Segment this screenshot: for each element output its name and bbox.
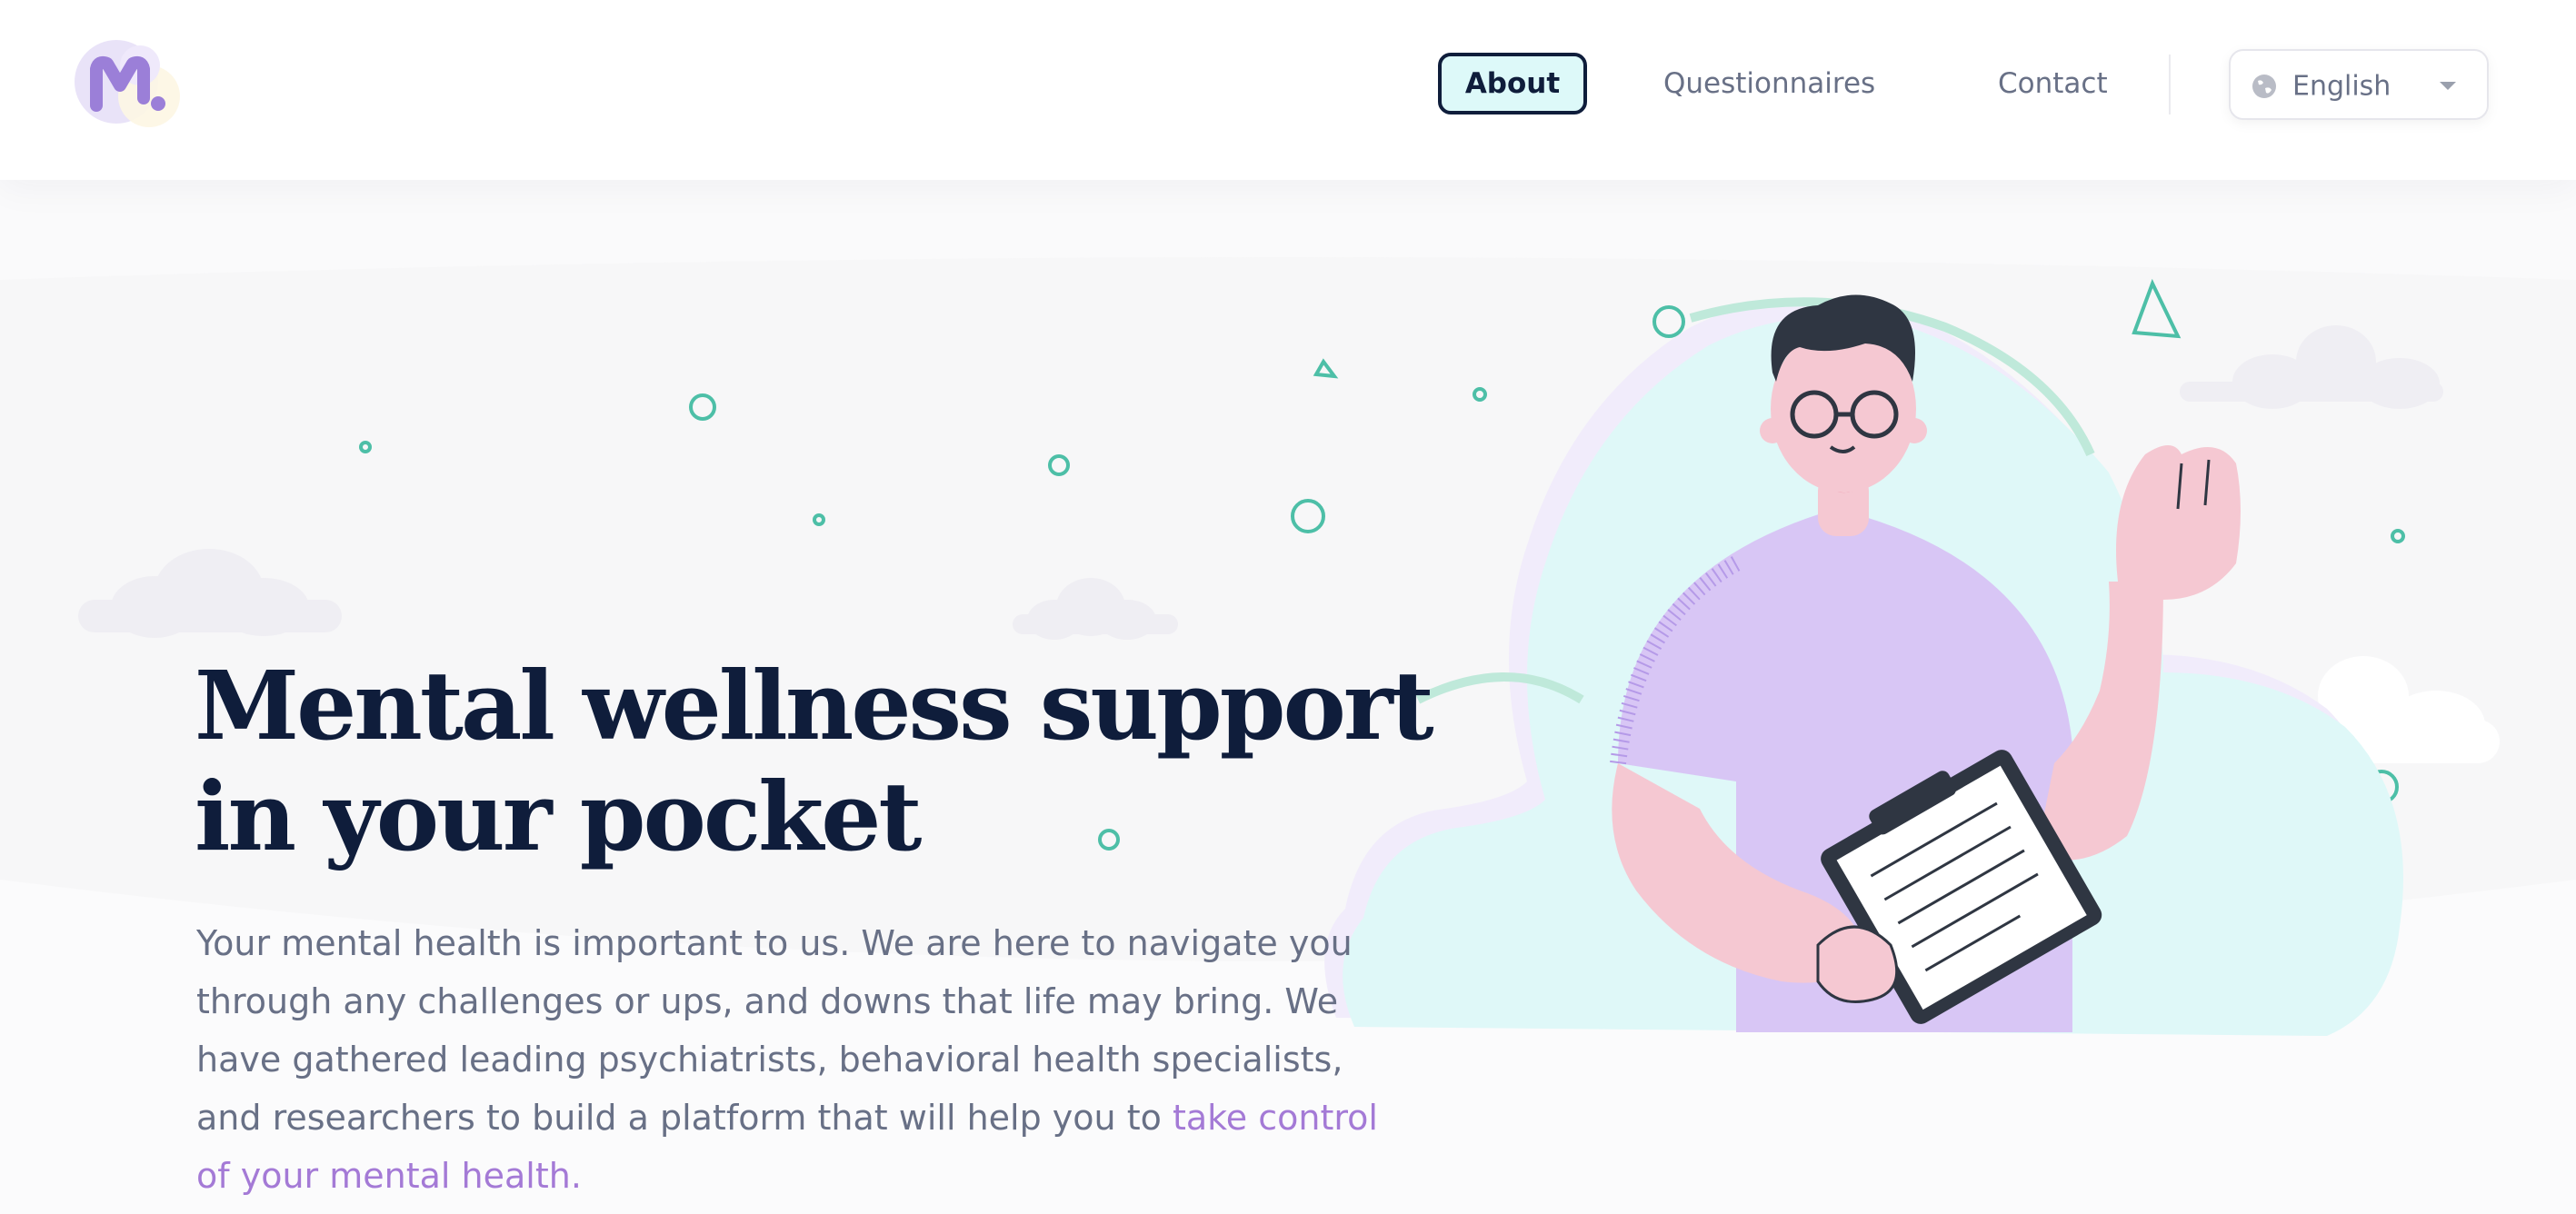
hero-illustration xyxy=(1324,294,2403,1036)
caret-down-icon xyxy=(2440,82,2456,90)
nav-questionnaires-link[interactable]: Questionnaires xyxy=(1663,67,1875,100)
nav-about-button[interactable]: About xyxy=(1438,53,1587,114)
site-header: M About Questionnaires Contact English xyxy=(0,0,2576,180)
nav-divider xyxy=(2169,55,2171,114)
nav-contact-link[interactable]: Contact xyxy=(1998,67,2108,100)
main-nav: About Questionnaires Contact English xyxy=(0,0,2576,180)
hero-description: Your mental health is important to us. W… xyxy=(196,914,1414,1205)
headline-line-2: in your pocket xyxy=(195,761,922,872)
headline-line-1: Mental wellness support xyxy=(195,650,1434,761)
language-label: English xyxy=(2292,70,2391,103)
language-select[interactable]: English xyxy=(2229,49,2489,120)
hero-headline: Mental wellness support in your pocket xyxy=(195,651,1467,872)
globe-icon xyxy=(2252,75,2276,98)
